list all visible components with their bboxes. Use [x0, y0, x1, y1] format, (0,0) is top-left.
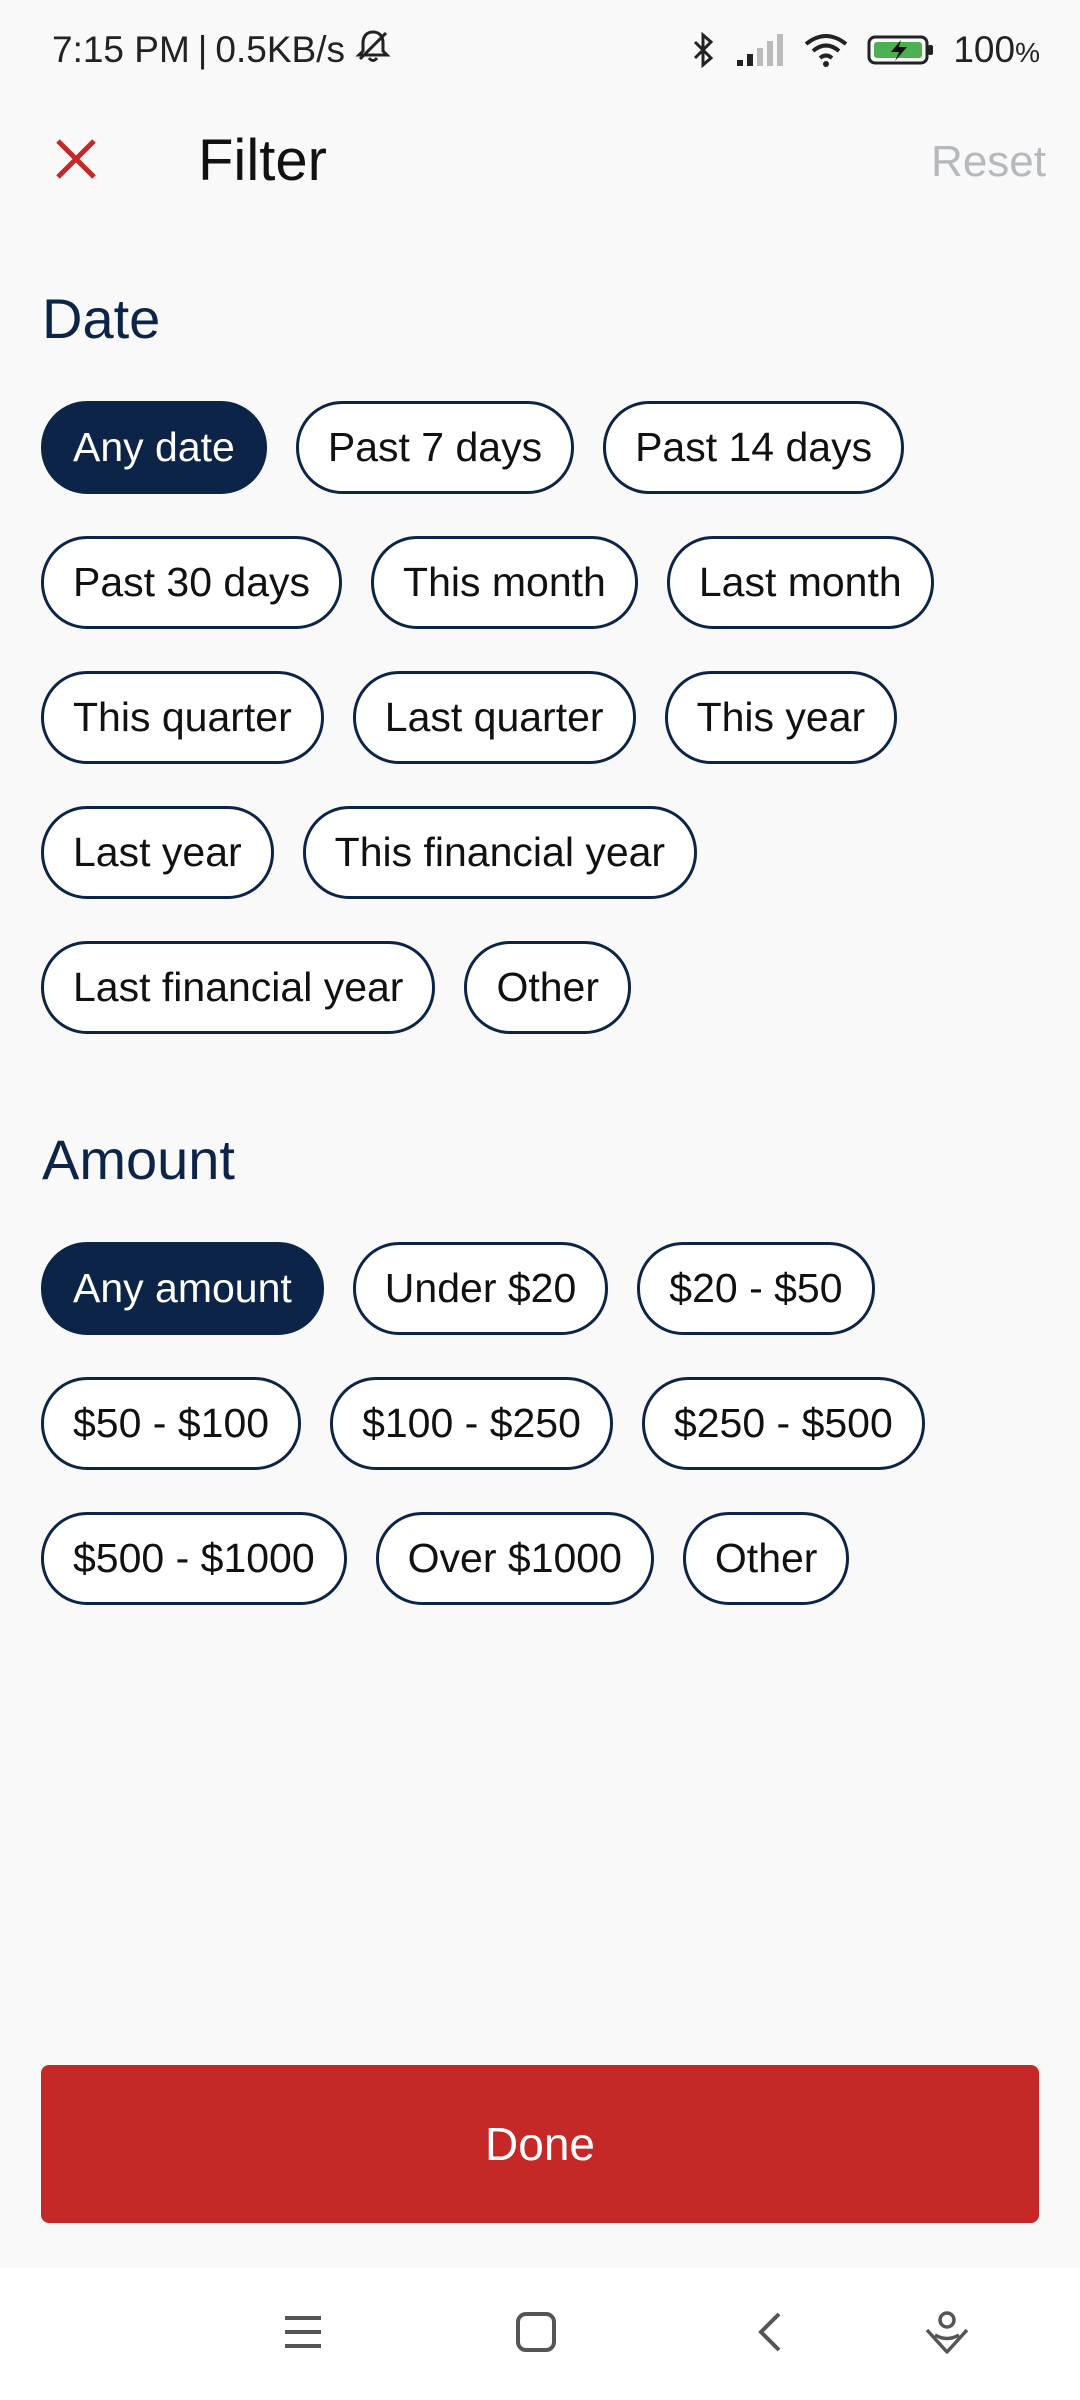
date-chip-last-month[interactable]: Last month [666, 536, 934, 629]
amount-chip-other[interactable]: Other [682, 1512, 850, 1605]
date-options: Any date Past 7 days Past 14 days Past 30 d… [41, 401, 1041, 1034]
battery-level: 100% [953, 29, 1040, 70]
amount-chip-20-50[interactable]: $20 - $50 [637, 1242, 875, 1335]
close-button[interactable] [40, 125, 112, 197]
date-chip-last-year[interactable]: Last year [41, 806, 274, 899]
date-chip-this-month[interactable]: This month [371, 536, 638, 629]
date-chip-last-financial-year[interactable]: Last financial year [41, 941, 436, 1034]
status-network-speed: 0.5KB/s [215, 29, 345, 70]
date-chip-past-30-days[interactable]: Past 30 days [41, 536, 343, 629]
date-chip-this-financial-year[interactable]: This financial year [302, 806, 698, 899]
amount-chip-under-20[interactable]: Under $20 [352, 1242, 609, 1335]
home-button[interactable] [500, 2298, 572, 2370]
navigation-bar [0, 2268, 1080, 2400]
wifi-icon [803, 32, 849, 68]
date-chip-other[interactable]: Other [464, 941, 632, 1034]
bluetooth-icon [691, 30, 717, 70]
battery-charging-icon [867, 32, 935, 68]
status-right: 100% [691, 29, 1040, 71]
page-title: Filter [198, 128, 327, 193]
assistant-icon [923, 2308, 971, 2361]
back-chevron-icon [751, 2310, 791, 2359]
status-bar: 7:15 PM | 0.5KB/s 100% [0, 0, 1080, 100]
amount-chip-250-500[interactable]: $250 - $500 [641, 1377, 925, 1470]
amount-chip-100-250[interactable]: $100 - $250 [330, 1377, 613, 1470]
assistant-button[interactable] [911, 2298, 983, 2370]
date-chip-past-14-days[interactable]: Past 14 days [603, 401, 905, 494]
amount-chip-any-amount[interactable]: Any amount [41, 1242, 324, 1335]
amount-chip-500-1000[interactable]: $500 - $1000 [41, 1512, 347, 1605]
amount-chip-over-1000[interactable]: Over $1000 [375, 1512, 654, 1605]
date-chip-this-quarter[interactable]: This quarter [41, 671, 324, 764]
date-chip-any-date[interactable]: Any date [41, 401, 267, 494]
amount-chip-50-100[interactable]: $50 - $100 [41, 1377, 302, 1470]
home-square-icon [514, 2310, 558, 2359]
status-left: 7:15 PM | 0.5KB/s [52, 26, 393, 75]
header: Filter Reset [0, 110, 1080, 210]
amount-options: Any amount Under $20 $20 - $50 $50 - $100 $1… [41, 1242, 1041, 1605]
reset-button[interactable]: Reset [931, 132, 1046, 192]
status-separator: | [197, 29, 208, 70]
date-chip-this-year[interactable]: This year [664, 671, 898, 764]
done-button[interactable]: Done [41, 2065, 1039, 2223]
back-button[interactable] [735, 2298, 807, 2370]
close-icon [54, 137, 98, 186]
date-section-title: Date [42, 287, 161, 350]
signal-icon [735, 32, 785, 68]
date-chip-past-7-days[interactable]: Past 7 days [295, 401, 575, 494]
menu-button[interactable] [267, 2298, 339, 2370]
amount-section-title: Amount [42, 1128, 235, 1191]
status-time: 7:15 PM [52, 29, 190, 70]
date-chip-last-quarter[interactable]: Last quarter [352, 671, 636, 764]
menu-icon [281, 2312, 325, 2357]
mute-bell-icon [353, 26, 393, 75]
